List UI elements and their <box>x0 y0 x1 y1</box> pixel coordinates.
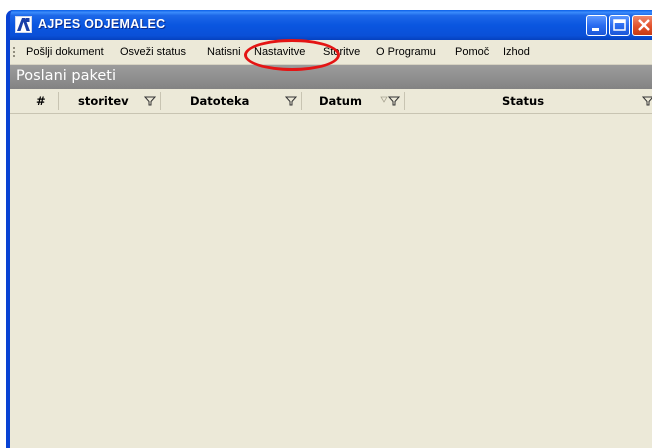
column-header-status[interactable]: Status <box>502 94 544 108</box>
menu-item-nastavitve[interactable]: Nastavitve <box>254 46 305 58</box>
column-header-storitev[interactable]: storitev <box>78 94 129 108</box>
title-bar[interactable]: AJPES ODJEMALEC <box>10 10 652 40</box>
panel-title: Poslani paketi <box>16 68 116 84</box>
filter-icon[interactable] <box>642 95 652 107</box>
minimize-icon <box>592 28 599 31</box>
menu-item-osvezi-status[interactable]: Osveži status <box>120 46 186 58</box>
menu-bar: Pošlji dokument Osveži status Natisni Na… <box>10 40 652 65</box>
close-button[interactable] <box>632 15 652 36</box>
menu-item-poslji-dokument[interactable]: Pošlji dokument <box>26 46 104 58</box>
filter-icon[interactable] <box>144 95 156 107</box>
grid-body-empty[interactable] <box>10 114 652 448</box>
grid-column-headers: # storitev Datoteka Datum Status <box>10 89 652 114</box>
column-divider[interactable] <box>58 92 59 110</box>
column-header-number[interactable]: # <box>36 94 46 108</box>
column-divider[interactable] <box>160 92 161 110</box>
app-window: AJPES ODJEMALEC Pošlji dokument Osveži s… <box>6 10 652 448</box>
maximize-icon <box>613 19 626 31</box>
minimize-button[interactable] <box>586 15 607 36</box>
menu-item-storitve[interactable]: Storitve <box>323 46 360 58</box>
column-divider[interactable] <box>404 92 405 110</box>
menu-item-o-programu[interactable]: O Programu <box>376 46 436 58</box>
panel-header: Poslani paketi <box>10 65 652 89</box>
maximize-button[interactable] <box>609 15 630 36</box>
sort-triangle-icon <box>380 96 388 103</box>
filter-icon[interactable] <box>285 95 297 107</box>
column-header-datum[interactable]: Datum <box>319 94 362 108</box>
menu-item-izhod[interactable]: Izhod <box>503 46 530 58</box>
menu-item-natisni[interactable]: Natisni <box>207 46 241 58</box>
menu-item-pomoc[interactable]: Pomoč <box>455 46 489 58</box>
ajpes-app-icon[interactable] <box>15 16 32 33</box>
window-title: AJPES ODJEMALEC <box>38 17 166 31</box>
toolbar-grip-handle[interactable] <box>13 46 15 58</box>
filter-icon[interactable] <box>388 95 400 107</box>
column-divider[interactable] <box>301 92 302 110</box>
close-icon <box>638 19 650 31</box>
column-header-datoteka[interactable]: Datoteka <box>190 94 249 108</box>
